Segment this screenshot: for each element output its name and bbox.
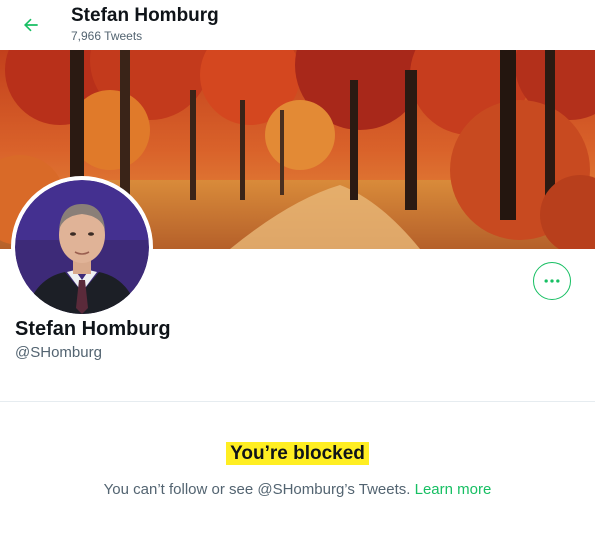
blocked-message: You can’t follow or see @SHomburg’s Twee… <box>103 481 411 498</box>
blocked-message-row: You can’t follow or see @SHomburg’s Twee… <box>0 481 595 498</box>
header-title: Stefan Homburg <box>71 5 219 26</box>
profile-avatar[interactable] <box>11 176 153 318</box>
more-options-button[interactable] <box>533 262 571 300</box>
back-button[interactable] <box>14 8 48 42</box>
profile-name: Stefan Homburg <box>15 318 171 340</box>
more-horizontal-icon <box>544 279 560 283</box>
blocked-notice: You’re blocked <box>0 442 595 465</box>
top-header: Stefan Homburg 7,966 Tweets <box>0 0 595 50</box>
tweet-count: 7,966 Tweets <box>71 29 143 43</box>
blocked-title: You’re blocked <box>226 442 369 465</box>
profile-handle: @SHomburg <box>15 344 102 361</box>
learn-more-link[interactable]: Learn more <box>415 481 492 498</box>
divider <box>0 401 595 402</box>
arrow-left-icon <box>24 18 38 32</box>
